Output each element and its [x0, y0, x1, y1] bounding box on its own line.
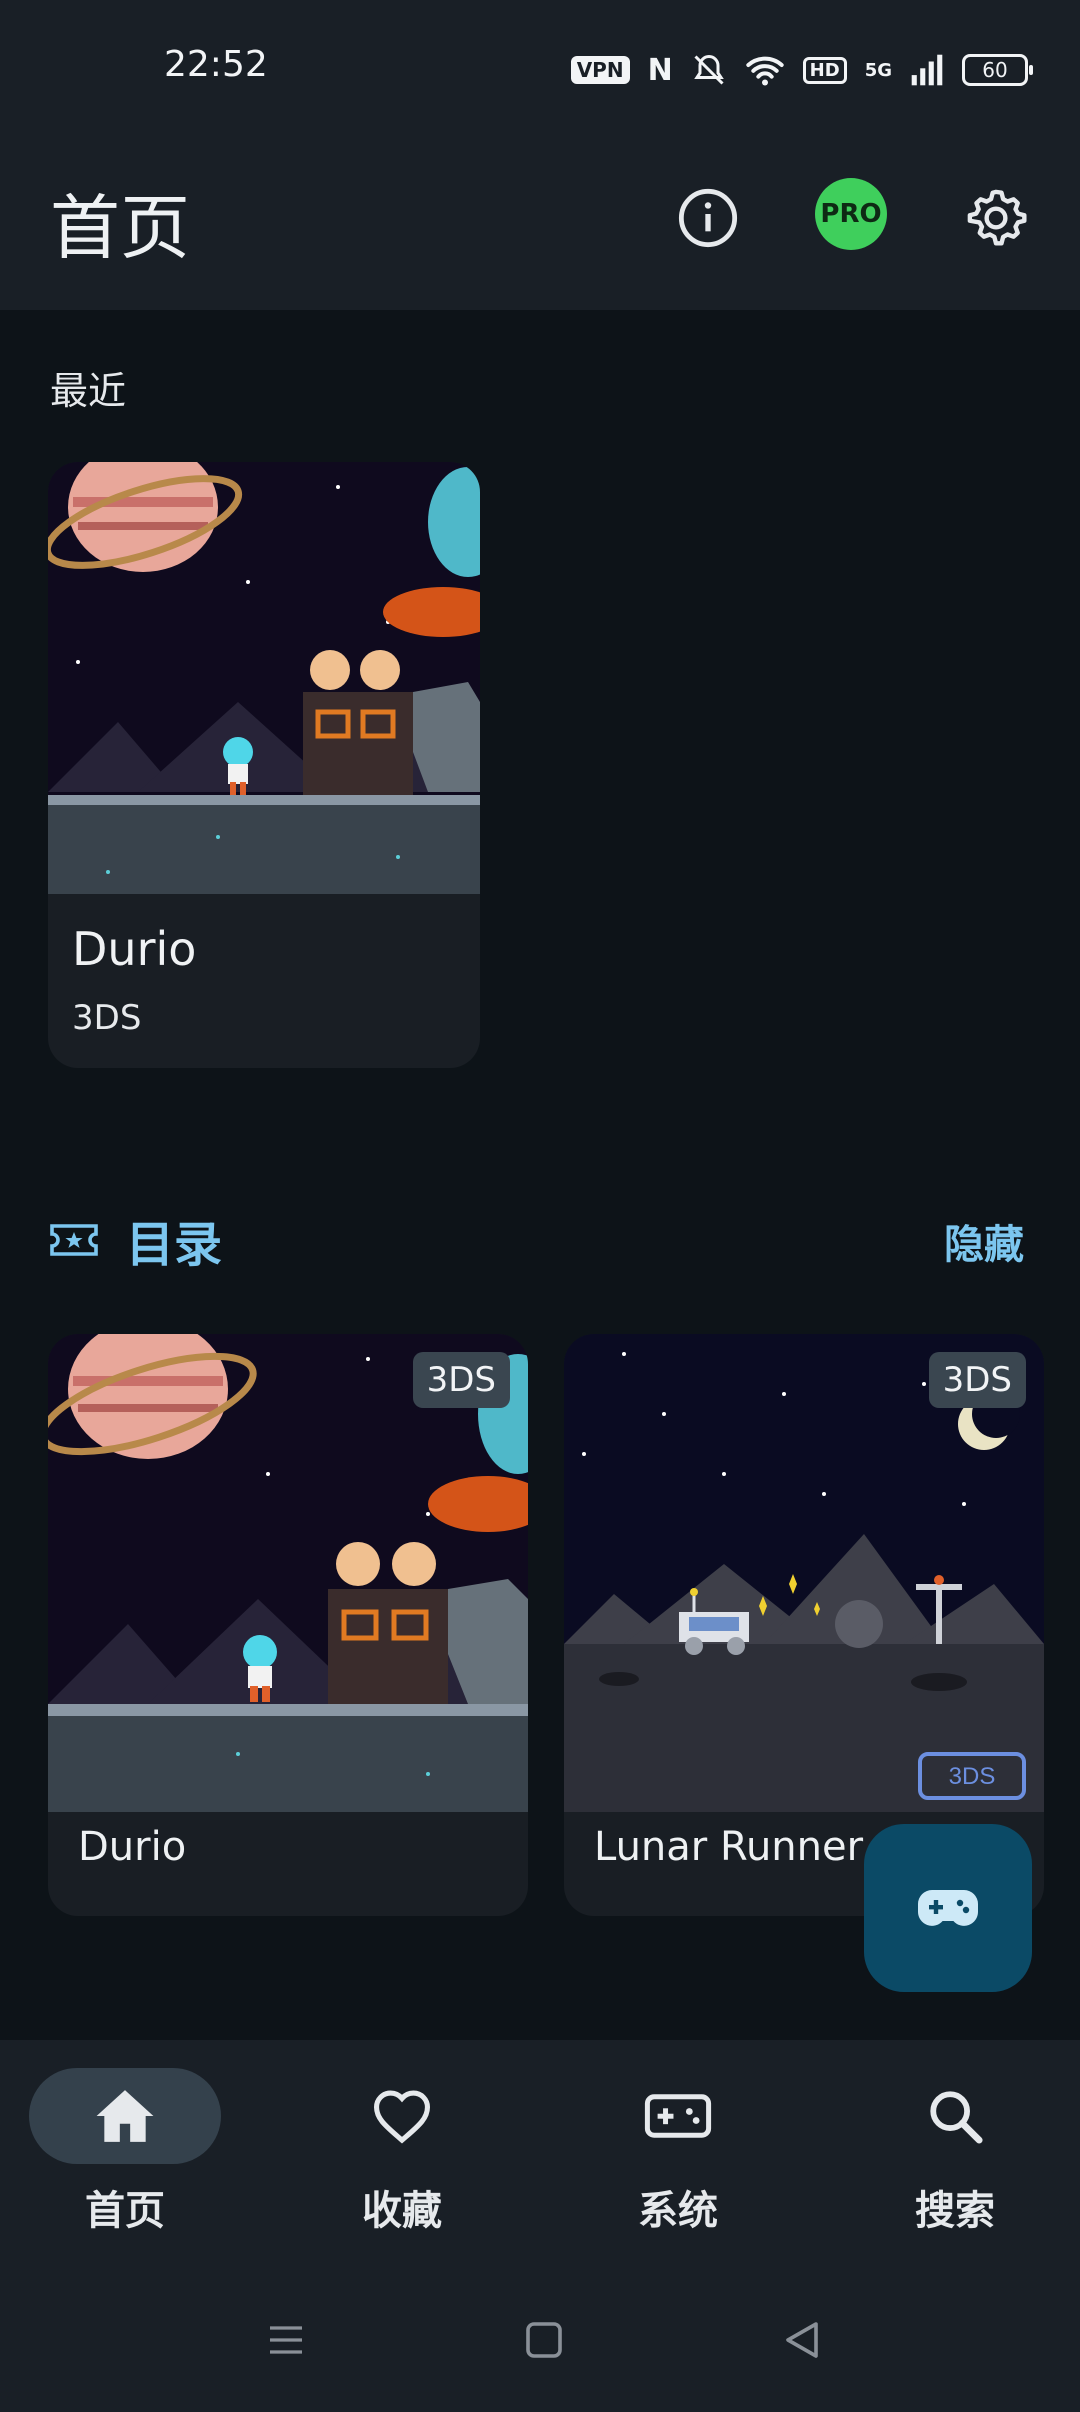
- status-time: 22:52: [164, 44, 268, 85]
- nav-item-systems[interactable]: 系统: [568, 2068, 788, 2236]
- nav-label: 系统: [638, 2188, 718, 2234]
- game-cover-art: [48, 462, 480, 894]
- nav-pill: [859, 2068, 1051, 2164]
- settings-button[interactable]: [956, 178, 1036, 258]
- catalog-game-card[interactable]: 3DS Durio: [48, 1334, 528, 1916]
- home-icon: [96, 2090, 154, 2142]
- ticket-star-icon: [50, 1224, 98, 1256]
- recent-section-label: 最近: [50, 369, 127, 413]
- status-bar: 22:52 VPN N HD 5G 60: [0, 0, 1080, 130]
- nav-label: 首页: [85, 2188, 165, 2234]
- nav-item-home[interactable]: 首页: [15, 2068, 235, 2236]
- controller-fab-button[interactable]: [864, 1824, 1032, 1992]
- nav-item-search[interactable]: 搜索: [845, 2068, 1065, 2236]
- platform-badge: 3DS: [412, 1352, 510, 1408]
- status-icons: VPN N HD 5G 60: [570, 50, 1033, 90]
- bottom-navigation: 首页 收藏 系统 搜索: [0, 2040, 1080, 2270]
- recent-game-card[interactable]: Durio 3DS: [48, 462, 480, 1068]
- game-title: Durio: [72, 922, 197, 976]
- game-title: Lunar Runner: [594, 1824, 864, 1870]
- mute-icon: [693, 54, 724, 85]
- nav-pill: [306, 2068, 498, 2164]
- battery-icon: 60: [962, 54, 1033, 86]
- inner-3ds-label: 3DS: [949, 1763, 996, 1790]
- game-title: Durio: [78, 1824, 187, 1870]
- game-platform: 3DS: [72, 998, 142, 1038]
- nfc-icon: N: [647, 52, 673, 88]
- nav-pill: [29, 2068, 221, 2164]
- back-triangle-icon[interactable]: [782, 2320, 822, 2360]
- info-button[interactable]: [668, 178, 748, 258]
- heart-icon: [373, 2090, 431, 2144]
- catalog-title: 目录: [126, 1217, 223, 1273]
- system-navigation-bar: [0, 2270, 1080, 2412]
- nav-item-favorites[interactable]: 收藏: [292, 2068, 512, 2236]
- nav-label: 收藏: [362, 2188, 442, 2234]
- catalog-header: 目录: [50, 1205, 222, 1275]
- settings-icon: [967, 189, 1027, 246]
- menu-icon[interactable]: [266, 2320, 306, 2360]
- hide-catalog-button[interactable]: 隐藏: [944, 1212, 1024, 1270]
- gamepad-icon: [644, 2094, 712, 2138]
- hd-icon: HD: [802, 56, 847, 84]
- nav-pill: [582, 2068, 774, 2164]
- wifi-icon: [746, 56, 784, 86]
- nav-label: 搜索: [915, 2188, 995, 2234]
- platform-badge: 3DS: [928, 1352, 1026, 1408]
- app-bar: 首页 PRO: [0, 130, 1080, 310]
- network-type: 5G: [864, 59, 892, 81]
- gamepad-icon: [918, 1890, 978, 1926]
- vpn-icon: VPN: [570, 56, 630, 84]
- search-icon: [930, 2091, 983, 2144]
- home-square-icon[interactable]: [524, 2320, 564, 2360]
- page-title: 首页: [50, 187, 190, 269]
- info-icon: [678, 188, 738, 248]
- signal-icon: [911, 54, 943, 86]
- pro-badge-button[interactable]: PRO: [815, 178, 887, 250]
